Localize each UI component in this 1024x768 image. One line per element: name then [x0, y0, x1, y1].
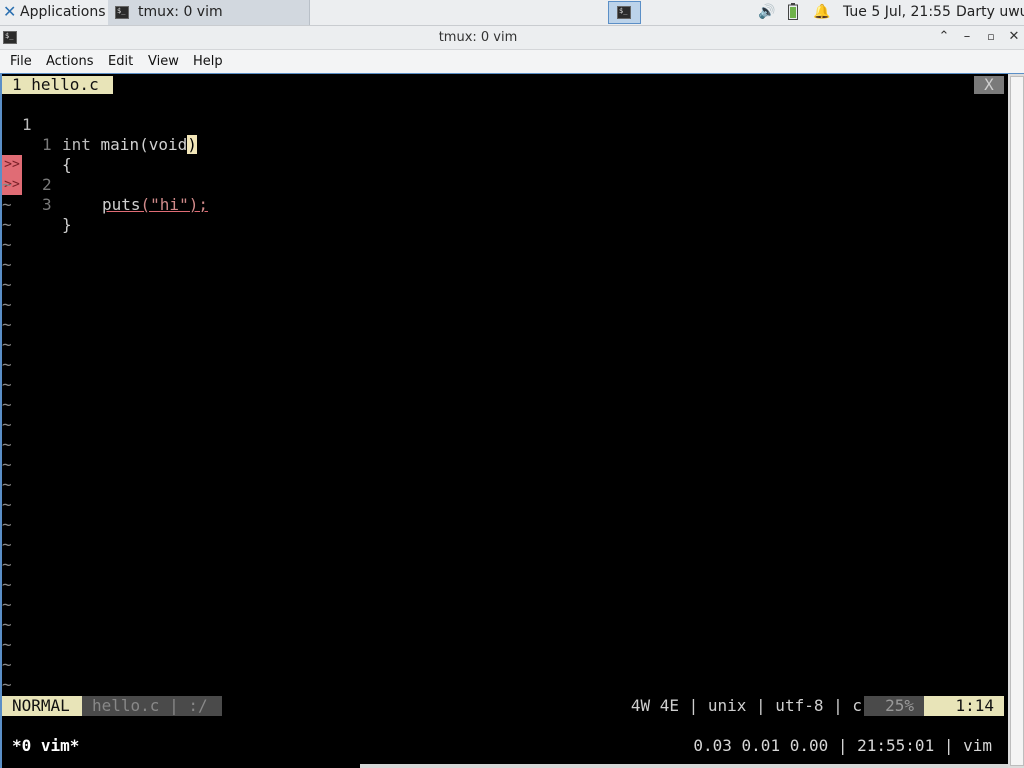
code-line[interactable]: 1 { — [2, 115, 72, 174]
tmux-window-list[interactable]: *0 vim* — [12, 736, 79, 756]
maximize-button[interactable]: ▫ — [982, 28, 1000, 46]
tilde-line: ~ — [2, 395, 12, 414]
status-percent: 25% — [864, 696, 924, 716]
terminal-scrollbar[interactable] — [1008, 74, 1024, 768]
terminal-icon: $_ — [617, 6, 631, 19]
chevron-up-icon[interactable]: ⌃ — [935, 28, 953, 46]
window-bottom-edge — [360, 764, 1008, 768]
notification-bell-icon[interactable]: 🔔 — [813, 4, 830, 20]
string-literal: ("hi"); — [140, 195, 208, 214]
volume-icon[interactable]: 🔊 — [758, 4, 775, 20]
menu-edit[interactable]: Edit — [108, 54, 133, 69]
tilde-line: ~ — [2, 195, 12, 214]
tilde-line: ~ — [2, 595, 12, 614]
menu-bar: File Actions Edit View Help — [0, 50, 1024, 74]
terminal-area[interactable]: 1 hello.c X 1 int main(void) 1 { >> 2 pu… — [0, 74, 1024, 768]
code-line[interactable]: 1 int main(void) — [2, 95, 197, 154]
tilde-line: ~ — [2, 475, 12, 494]
vim-statusline: NORMAL hello.c | :/ 4W 4E | unix | utf-8… — [2, 696, 1004, 716]
tilde-line: ~ — [2, 295, 12, 314]
window-titlebar[interactable]: $_ tmux: 0 vim ⌃ – ▫ ✕ — [0, 26, 1024, 50]
tilde-line: ~ — [2, 535, 12, 554]
status-filename: hello.c | :/ — [82, 696, 222, 716]
menu-help[interactable]: Help — [193, 54, 223, 69]
tilde-line: ~ — [2, 635, 12, 654]
applications-label: Applications — [20, 4, 106, 20]
code-line[interactable]: >> 2 puts("hi"); — [2, 135, 1002, 214]
tilde-line: ~ — [2, 315, 12, 334]
code-text: puts("hi"); — [102, 195, 208, 215]
tilde-line: ~ — [2, 575, 12, 594]
tilde-line: ~ — [2, 655, 12, 674]
tilde-line: ~ — [2, 455, 12, 474]
tilde-line: ~ — [2, 615, 12, 634]
tilde-line: ~ — [2, 215, 12, 234]
tmux-statusbar: *0 vim* 0.03 0.01 0.00 | 21:55:01 | vim — [2, 736, 1006, 756]
clock[interactable]: Tue 5 Jul, 21:55 — [843, 4, 951, 20]
top-panel: ✕ Applications $_ tmux: 0 vim $_ 🔊 🔔 Tue… — [0, 0, 1024, 26]
status-cursor-position: 1:14 — [924, 696, 1004, 716]
tilde-line: ~ — [2, 495, 12, 514]
line-number: 2 — [42, 175, 52, 194]
tilde-line: ~ — [2, 355, 12, 374]
tilde-line: ~ — [2, 555, 12, 574]
window-title: tmux: 0 vim — [438, 30, 518, 45]
code-text: } — [62, 215, 72, 234]
menu-actions[interactable]: Actions — [46, 54, 94, 69]
function-name: puts — [102, 195, 141, 214]
minimize-button[interactable]: – — [958, 28, 976, 46]
tilde-line: ~ — [2, 515, 12, 534]
close-button[interactable]: ✕ — [1005, 28, 1023, 46]
tilde-line: ~ — [2, 335, 12, 354]
menu-file[interactable]: File — [10, 54, 32, 69]
tilde-line: ~ — [2, 255, 12, 274]
status-file-info: 4W 4E | unix | utf-8 | c — [630, 696, 862, 715]
tilde-line: ~ — [2, 275, 12, 294]
battery-icon[interactable] — [788, 3, 798, 24]
scrollbar-thumb[interactable] — [1010, 76, 1024, 766]
taskbar-window-button[interactable]: $_ tmux: 0 vim — [108, 0, 310, 25]
menu-view[interactable]: View — [148, 54, 179, 69]
tmux-status-right: 0.03 0.01 0.00 | 21:55:01 | vim — [693, 736, 992, 755]
tilde-line: ~ — [2, 415, 12, 434]
xfce-logo-icon: ✕ — [3, 2, 17, 21]
vim-tab-close-button[interactable]: X — [974, 76, 1004, 94]
code-line[interactable]: >> 3 } — [2, 155, 1002, 234]
taskbar-window-label: tmux: 0 vim — [138, 4, 223, 20]
tilde-line: ~ — [2, 235, 12, 254]
tilde-line: ~ — [2, 175, 12, 194]
applications-menu-button[interactable]: ✕ Applications — [0, 0, 108, 25]
tilde-line: ~ — [2, 675, 12, 694]
terminal-icon: $_ — [115, 6, 129, 19]
vim-tab-hello-c[interactable]: 1 hello.c — [2, 76, 113, 94]
mode-indicator: NORMAL — [2, 696, 82, 716]
workspace-button[interactable]: $_ — [608, 1, 641, 24]
user-menu[interactable]: Darty uwu — [956, 4, 1024, 20]
line-number: 3 — [42, 195, 52, 214]
tilde-line: ~ — [2, 435, 12, 454]
tilde-line: ~ — [2, 375, 12, 394]
